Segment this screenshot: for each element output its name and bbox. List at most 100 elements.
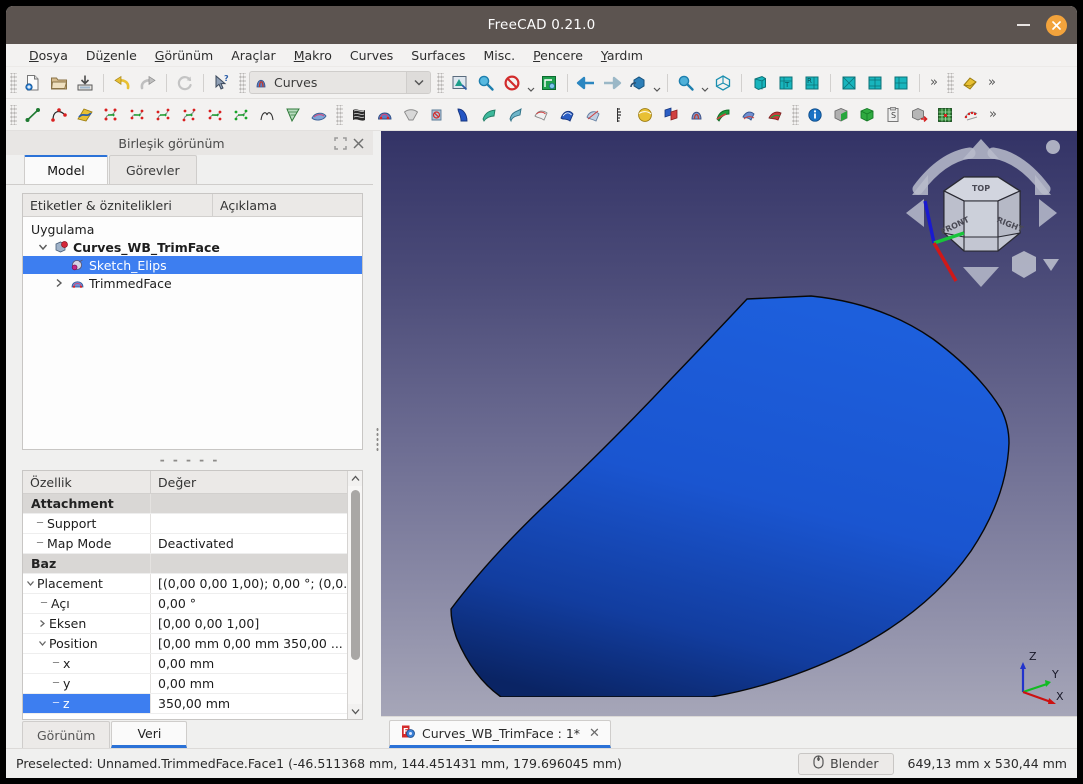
tab-gorunum[interactable]: Görünüm: [22, 721, 111, 748]
right-view-button[interactable]: R: [799, 70, 825, 96]
property-value[interactable]: [0,00 mm 0,00 mm 350,00 ...: [151, 634, 347, 653]
property-value[interactable]: 0,00 mm: [151, 654, 347, 673]
panel-splitter[interactable]: - - - - -: [6, 450, 373, 470]
top-view-button[interactable]: T: [773, 70, 799, 96]
property-row-position[interactable]: Position [0,00 mm 0,00 mm 350,00 ...: [23, 634, 347, 654]
expander-expanded-icon[interactable]: [35, 242, 51, 252]
navigation-cube[interactable]: TOP FRONT RIGHT: [894, 133, 1069, 293]
tree-item-application[interactable]: Uygulama: [23, 220, 362, 238]
back-view-button[interactable]: [573, 70, 599, 96]
curves-extract-button[interactable]: [684, 102, 710, 128]
workbench-selector[interactable]: Curves: [249, 71, 431, 94]
curves-toolbar-grip[interactable]: [10, 104, 17, 125]
tab-model[interactable]: Model: [24, 155, 108, 184]
toolbar-overflow-2-button[interactable]: »: [983, 75, 1001, 90]
property-row-z[interactable]: ─ z 350,00 mm: [23, 694, 347, 714]
std-views-dropdown[interactable]: [651, 70, 662, 96]
menu-dosya[interactable]: DDosyaosya: [20, 46, 77, 65]
menu-yardim[interactable]: Yardım: [592, 46, 652, 65]
tree-item-trimmedface[interactable]: TrimmedFace: [23, 274, 362, 292]
property-value[interactable]: 0,00 °: [151, 594, 347, 613]
zoom-in-button[interactable]: [673, 70, 699, 96]
join-curve-button[interactable]: [228, 102, 254, 128]
tab-gorevler[interactable]: Görevler: [109, 155, 197, 184]
fit-all-button[interactable]: [447, 70, 473, 96]
property-value[interactable]: [151, 514, 347, 533]
surface-map-button[interactable]: [346, 102, 372, 128]
chevron-down-icon[interactable]: [406, 72, 430, 93]
surfaces-toolbar-grip[interactable]: [336, 104, 343, 125]
view-toolbar-grip[interactable]: [437, 72, 444, 93]
close-panel-button[interactable]: [349, 134, 367, 152]
sweep2rails-button[interactable]: [476, 102, 502, 128]
property-value[interactable]: [0,00 0,00 1,00]: [151, 614, 347, 633]
multi-loft-button[interactable]: [658, 102, 684, 128]
toggle-axis-cross-button[interactable]: [536, 70, 562, 96]
property-column-name[interactable]: Özellik: [23, 471, 151, 493]
undo-button[interactable]: [109, 70, 135, 96]
grid-button[interactable]: [932, 102, 958, 128]
scroll-down-button[interactable]: [347, 704, 362, 719]
blend-curve-button[interactable]: [176, 102, 202, 128]
profile-support-button[interactable]: [502, 102, 528, 128]
approximate-button[interactable]: [124, 102, 150, 128]
zoom-box-button[interactable]: [473, 70, 499, 96]
trim-face-button[interactable]: [372, 102, 398, 128]
front-view-button[interactable]: [747, 70, 773, 96]
3d-viewport[interactable]: TOP FRONT RIGHT Z Y X: [381, 131, 1077, 716]
measure-button[interactable]: [957, 70, 983, 96]
comb-plot-button[interactable]: [606, 102, 632, 128]
property-row-x[interactable]: ─ x 0,00 mm: [23, 654, 347, 674]
tree-column-labels[interactable]: Etiketler & öznitelikleri: [23, 194, 213, 216]
expander-collapsed-icon[interactable]: [51, 278, 67, 288]
std-views-button[interactable]: [625, 70, 651, 96]
property-row-placement[interactable]: Placement [(0,00 0,00 1,00); 0,00 °; (0,…: [23, 574, 347, 594]
tree-column-description[interactable]: Açıklama: [213, 194, 362, 216]
nav-view-menu-icon[interactable]: [1012, 251, 1059, 278]
view-splitter[interactable]: [373, 131, 381, 748]
property-column-value[interactable]: Değer: [151, 471, 347, 493]
property-row-map-mode[interactable]: ─ Map Mode Deactivated: [23, 534, 347, 554]
left-view-button[interactable]: [888, 70, 914, 96]
zoom-dropdown[interactable]: [699, 70, 710, 96]
tree-item-document[interactable]: Curves_WB_TrimFace: [23, 238, 362, 256]
close-button[interactable]: [1046, 14, 1067, 36]
gordon-surface-button[interactable]: [554, 102, 580, 128]
pipeshell-button[interactable]: [424, 102, 450, 128]
interpolate-button[interactable]: [98, 102, 124, 128]
menu-pencere[interactable]: Pencere: [524, 46, 592, 65]
info-button[interactable]: [802, 102, 828, 128]
split-surface-button[interactable]: [736, 102, 762, 128]
flatten-face-button[interactable]: [398, 102, 424, 128]
navigation-style-button[interactable]: Blender: [798, 752, 894, 775]
workbench-toolbar-grip[interactable]: [239, 72, 246, 93]
misc-toolbar-grip[interactable]: [792, 104, 799, 125]
refresh-button[interactable]: [172, 70, 198, 96]
point-cloud-button[interactable]: [958, 102, 984, 128]
property-row-support[interactable]: ─ Support: [23, 514, 347, 534]
blend-surface-button[interactable]: [450, 102, 476, 128]
open-document-button[interactable]: [46, 70, 72, 96]
reflect-lines-button[interactable]: [580, 102, 606, 128]
clipboard-button[interactable]: S: [880, 102, 906, 128]
draw-style-button[interactable]: [499, 70, 525, 96]
expander-collapsed-icon[interactable]: [35, 619, 49, 628]
rear-view-button[interactable]: [836, 70, 862, 96]
property-group-baz[interactable]: Baz: [23, 554, 347, 574]
line-button[interactable]: [20, 102, 46, 128]
forward-view-button[interactable]: [599, 70, 625, 96]
save-document-button[interactable]: [72, 70, 98, 96]
close-icon[interactable]: ✕: [587, 726, 602, 741]
discretize-button[interactable]: [254, 102, 280, 128]
sketch-on-surface-button[interactable]: [306, 102, 332, 128]
export-box-button[interactable]: [906, 102, 932, 128]
property-row-aci[interactable]: ─ Açı 0,00 °: [23, 594, 347, 614]
whats-this-button[interactable]: ?: [209, 70, 235, 96]
menu-makro[interactable]: Makro: [285, 46, 341, 65]
sphere-button[interactable]: [632, 102, 658, 128]
isocurve-button[interactable]: [280, 102, 306, 128]
expander-expanded-icon[interactable]: [35, 639, 49, 648]
property-row-eksen[interactable]: Eksen [0,00 0,00 1,00]: [23, 614, 347, 634]
pipe-shell-button[interactable]: [710, 102, 736, 128]
parametric-curve-button[interactable]: [150, 102, 176, 128]
